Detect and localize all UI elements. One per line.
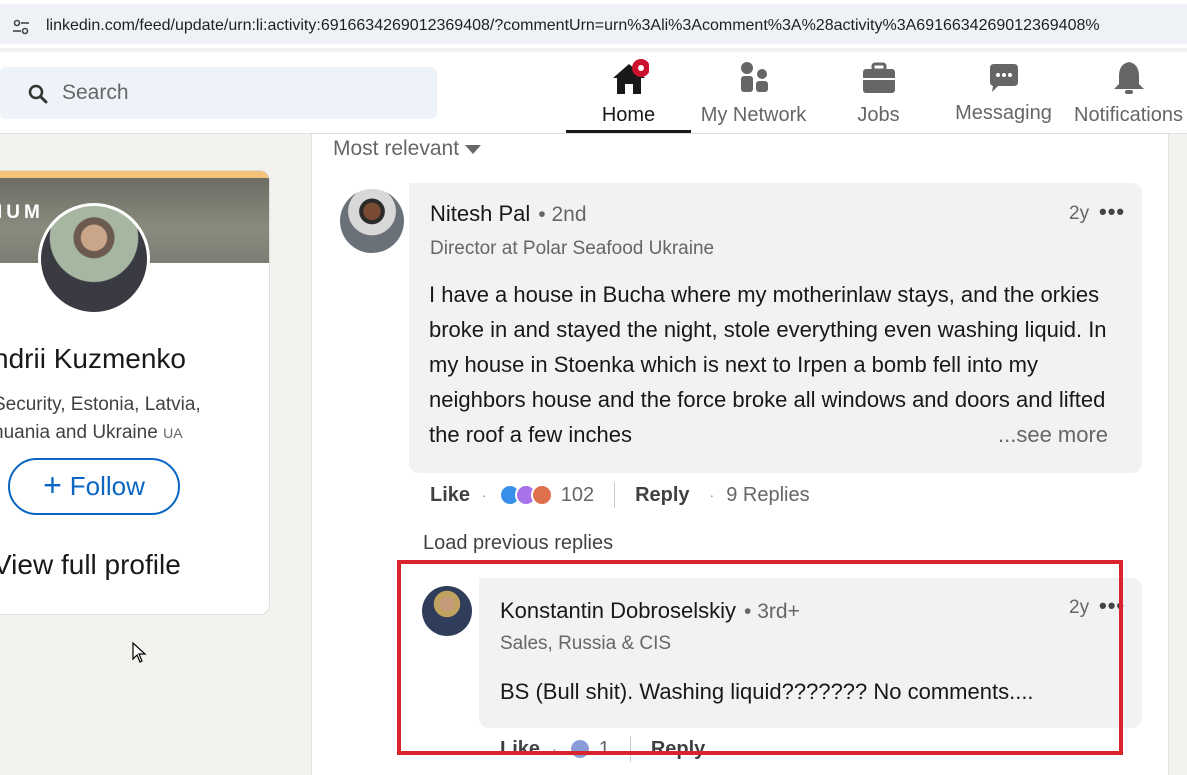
profile-headline-line2-text: huania and Ukraine	[0, 422, 158, 443]
plus-icon: +	[43, 466, 62, 503]
nav-home-label: Home	[601, 104, 656, 126]
sort-label: Most relevant	[333, 137, 460, 160]
replies-count-link[interactable]: 9 Replies	[726, 484, 809, 507]
briefcase-icon	[862, 62, 895, 93]
active-tab-indicator	[566, 130, 691, 133]
comment-timestamp: 2y	[1069, 203, 1090, 224]
profile-name[interactable]: ndrii Kuzmenko	[0, 343, 186, 375]
nav-jobs-label: Jobs	[857, 104, 900, 126]
more-options-icon[interactable]: •••	[1099, 199, 1125, 225]
search-input[interactable]	[62, 67, 422, 119]
view-full-profile-link[interactable]: View full profile	[0, 549, 181, 581]
separator-dot: ·	[709, 487, 715, 503]
comment-bubble: Nitesh Pal • 2nd Director at Polar Seafoo…	[409, 183, 1142, 473]
url-text[interactable]: linkedin.com/feed/update/urn:li:activity…	[46, 17, 1187, 35]
reaction-count[interactable]: 102	[561, 484, 594, 507]
profile-headline-line2: huania and Ukraine UA	[0, 419, 253, 447]
nav-my-network-label: My Network	[700, 104, 807, 126]
nav-home[interactable]: Home	[566, 52, 691, 134]
see-more-link[interactable]: ...see more	[994, 417, 1109, 452]
search-box[interactable]	[0, 67, 437, 119]
comment-author-headline: Director at Polar Seafood Ukraine	[430, 238, 715, 259]
reactions-summary[interactable]	[498, 484, 553, 506]
nav-notifications-label: Notifications	[1074, 104, 1183, 126]
nav-messaging-label: Messaging	[955, 102, 1052, 124]
search-icon	[28, 84, 48, 104]
nav-jobs[interactable]: Jobs	[816, 52, 941, 134]
comment-author[interactable]: Nitesh Pal • 2nd	[430, 201, 587, 227]
browser-address-bar: linkedin.com/feed/update/urn:li:activity…	[0, 0, 1187, 48]
divider	[614, 482, 616, 508]
love-reaction-icon	[530, 484, 553, 506]
profile-headline: Security, Estonia, Latvia, huania and Uk…	[0, 391, 253, 447]
commenter-avatar[interactable]	[340, 189, 404, 253]
nav-my-network[interactable]: My Network	[691, 52, 816, 134]
chat-icon	[989, 64, 1018, 92]
sort-dropdown[interactable]: Most relevant	[333, 137, 482, 161]
connection-degree: • 2nd	[538, 203, 587, 226]
nav-messaging[interactable]: Messaging	[941, 52, 1066, 134]
load-previous-replies[interactable]: Load previous replies	[423, 532, 613, 555]
follow-label: Follow	[69, 471, 145, 501]
follow-button[interactable]: + Follow	[8, 458, 180, 515]
network-icon	[740, 62, 768, 92]
top-navigation: Home My Network Jobs Messaging	[0, 52, 1187, 134]
profile-headline-line1: Security, Estonia, Latvia,	[0, 394, 201, 415]
nav-notifications[interactable]: Notifications	[1066, 52, 1187, 134]
url-field-container[interactable]: linkedin.com/feed/update/urn:li:activity…	[0, 4, 1187, 44]
bell-icon	[1113, 62, 1144, 94]
home-icon	[612, 59, 649, 94]
language-tag: UA	[163, 425, 183, 441]
reply-button[interactable]: Reply	[635, 484, 689, 507]
caret-down-icon	[465, 144, 482, 154]
mouse-cursor-icon	[132, 642, 147, 663]
like-button[interactable]: Like	[430, 484, 470, 507]
separator-dot: ·	[482, 487, 487, 503]
comment-author-name[interactable]: Nitesh Pal	[430, 201, 530, 226]
author-profile-card: IUM ndrii Kuzmenko Security, Estonia, La…	[0, 170, 270, 615]
profile-avatar[interactable]	[38, 203, 150, 315]
premium-badge: IUM	[0, 202, 44, 223]
comment-actions: Like · 102 Reply · 9 Replies	[430, 482, 810, 508]
site-settings-icon[interactable]	[12, 18, 30, 36]
annotation-highlight-box	[397, 560, 1123, 755]
